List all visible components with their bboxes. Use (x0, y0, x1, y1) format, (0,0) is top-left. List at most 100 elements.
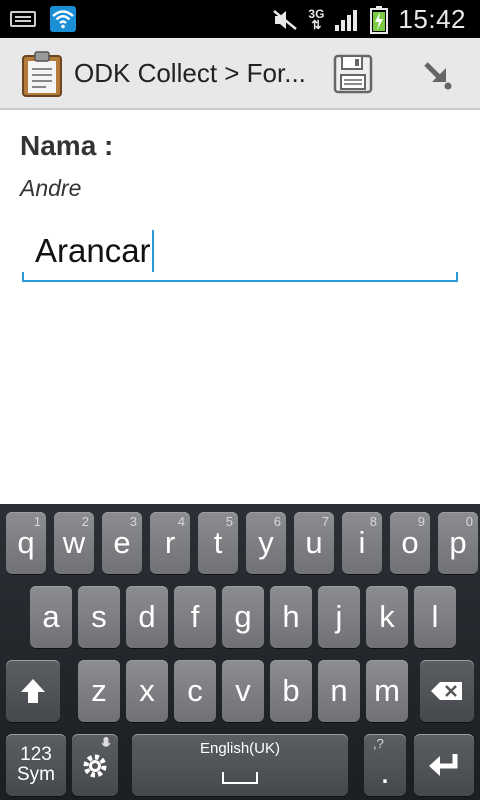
space-key[interactable]: English(UK) (132, 734, 348, 796)
answer-input[interactable]: Arancar (22, 228, 458, 282)
key-label: b (282, 673, 300, 708)
key-number-hint: 7 (321, 514, 329, 529)
key-g[interactable]: g (222, 586, 264, 648)
answer-text: Arancar (35, 232, 151, 269)
key-l[interactable]: l (414, 586, 456, 648)
key-label: z (91, 673, 107, 708)
text-cursor (152, 230, 154, 272)
key-j[interactable]: j (318, 586, 360, 648)
key-label: g (234, 599, 252, 634)
key-label: x (139, 673, 155, 708)
key-v[interactable]: v (222, 660, 264, 722)
key-number-hint: 0 (465, 514, 473, 529)
key-number-hint: 4 (177, 514, 185, 529)
key-label: u (305, 525, 323, 560)
key-k[interactable]: k (366, 586, 408, 648)
key-label: f (190, 599, 200, 634)
key-number-hint: 2 (81, 514, 89, 529)
key-label: s (91, 599, 107, 634)
key-number-hint: 1 (33, 514, 41, 529)
next-arrow-icon[interactable] (418, 56, 458, 96)
key-label: p (449, 525, 467, 560)
key-label: c (187, 673, 203, 708)
key-q[interactable]: q1 (6, 512, 46, 574)
key-t[interactable]: t5 (198, 512, 238, 574)
symbols-key-label-top: 123 (20, 744, 52, 765)
key-w[interactable]: w2 (54, 512, 94, 574)
input-edge-right (456, 272, 458, 280)
key-b[interactable]: b (270, 660, 312, 722)
key-label: o (401, 525, 419, 560)
key-label: h (282, 599, 300, 634)
space-key-label: English(UK) (199, 740, 281, 757)
key-o[interactable]: o9 (390, 512, 430, 574)
network-type: 3G ⇅ (308, 6, 325, 32)
key-label: k (379, 599, 395, 634)
settings-key[interactable] (72, 734, 118, 796)
shift-key[interactable] (6, 660, 60, 722)
keyboard-icon (10, 11, 36, 27)
symbols-key[interactable]: 123 Sym (6, 734, 66, 796)
key-h[interactable]: h (270, 586, 312, 648)
key-label: i (358, 525, 366, 560)
key-number-hint: 6 (273, 514, 281, 529)
save-icon[interactable] (332, 53, 374, 95)
key-u[interactable]: u7 (294, 512, 334, 574)
page-title: ODK Collect > For... (74, 58, 306, 88)
key-m[interactable]: m (366, 660, 408, 722)
microphone-icon (101, 737, 111, 747)
enter-icon (429, 754, 458, 776)
key-n[interactable]: n (318, 660, 360, 722)
question-label: Nama : (20, 130, 114, 161)
key-x[interactable]: x (126, 660, 168, 722)
key-e[interactable]: e3 (102, 512, 142, 574)
key-label: l (431, 599, 439, 634)
key-number-hint: 3 (129, 514, 137, 529)
key-number-hint: 8 (369, 514, 377, 529)
key-label: t (213, 525, 223, 560)
symbols-key-label-bottom: Sym (17, 764, 55, 785)
key-c[interactable]: c (174, 660, 216, 722)
key-label: q (17, 525, 35, 560)
key-d[interactable]: d (126, 586, 168, 648)
gear-icon (83, 754, 107, 778)
key-s[interactable]: s (78, 586, 120, 648)
key-label: a (42, 599, 60, 634)
key-number-hint: 5 (225, 514, 233, 529)
key-label: m (374, 673, 400, 708)
clock: 15:42 (398, 4, 466, 34)
soft-keyboard: 123 Sym English(UK) ,? . q1w2e3r4t5y6u7i… (0, 504, 480, 800)
clipboard-icon[interactable] (20, 51, 64, 97)
space-bar-icon (222, 772, 258, 784)
backspace-key[interactable] (420, 660, 474, 722)
key-p[interactable]: p0 (438, 512, 478, 574)
action-bar: ODK Collect > For... (0, 38, 480, 110)
key-label: d (138, 599, 156, 634)
key-label: j (335, 599, 343, 634)
period-key-label: . (380, 752, 390, 791)
key-y[interactable]: y6 (246, 512, 286, 574)
key-i[interactable]: i8 (342, 512, 382, 574)
shift-icon (21, 679, 45, 703)
key-label: w (62, 525, 86, 560)
question-hint: Andre (20, 175, 82, 201)
mute-icon (273, 9, 298, 30)
key-f[interactable]: f (174, 586, 216, 648)
signal-icon (335, 9, 358, 31)
key-label: n (330, 673, 348, 708)
period-key[interactable]: ,? . (364, 734, 406, 796)
input-edge-left (22, 272, 24, 280)
wifi-icon (50, 6, 76, 32)
backspace-icon (431, 682, 462, 700)
key-number-hint: 9 (417, 514, 425, 529)
key-a[interactable]: a (30, 586, 72, 648)
key-z[interactable]: z (78, 660, 120, 722)
enter-key[interactable] (414, 734, 474, 796)
key-label: v (235, 673, 251, 708)
key-label: y (258, 525, 274, 560)
period-key-hint: ,? (373, 736, 384, 751)
key-r[interactable]: r4 (150, 512, 190, 574)
key-label: r (164, 525, 176, 560)
status-bar: 3G ⇅ 15:42 (0, 0, 480, 38)
battery-charging-icon (370, 5, 389, 34)
